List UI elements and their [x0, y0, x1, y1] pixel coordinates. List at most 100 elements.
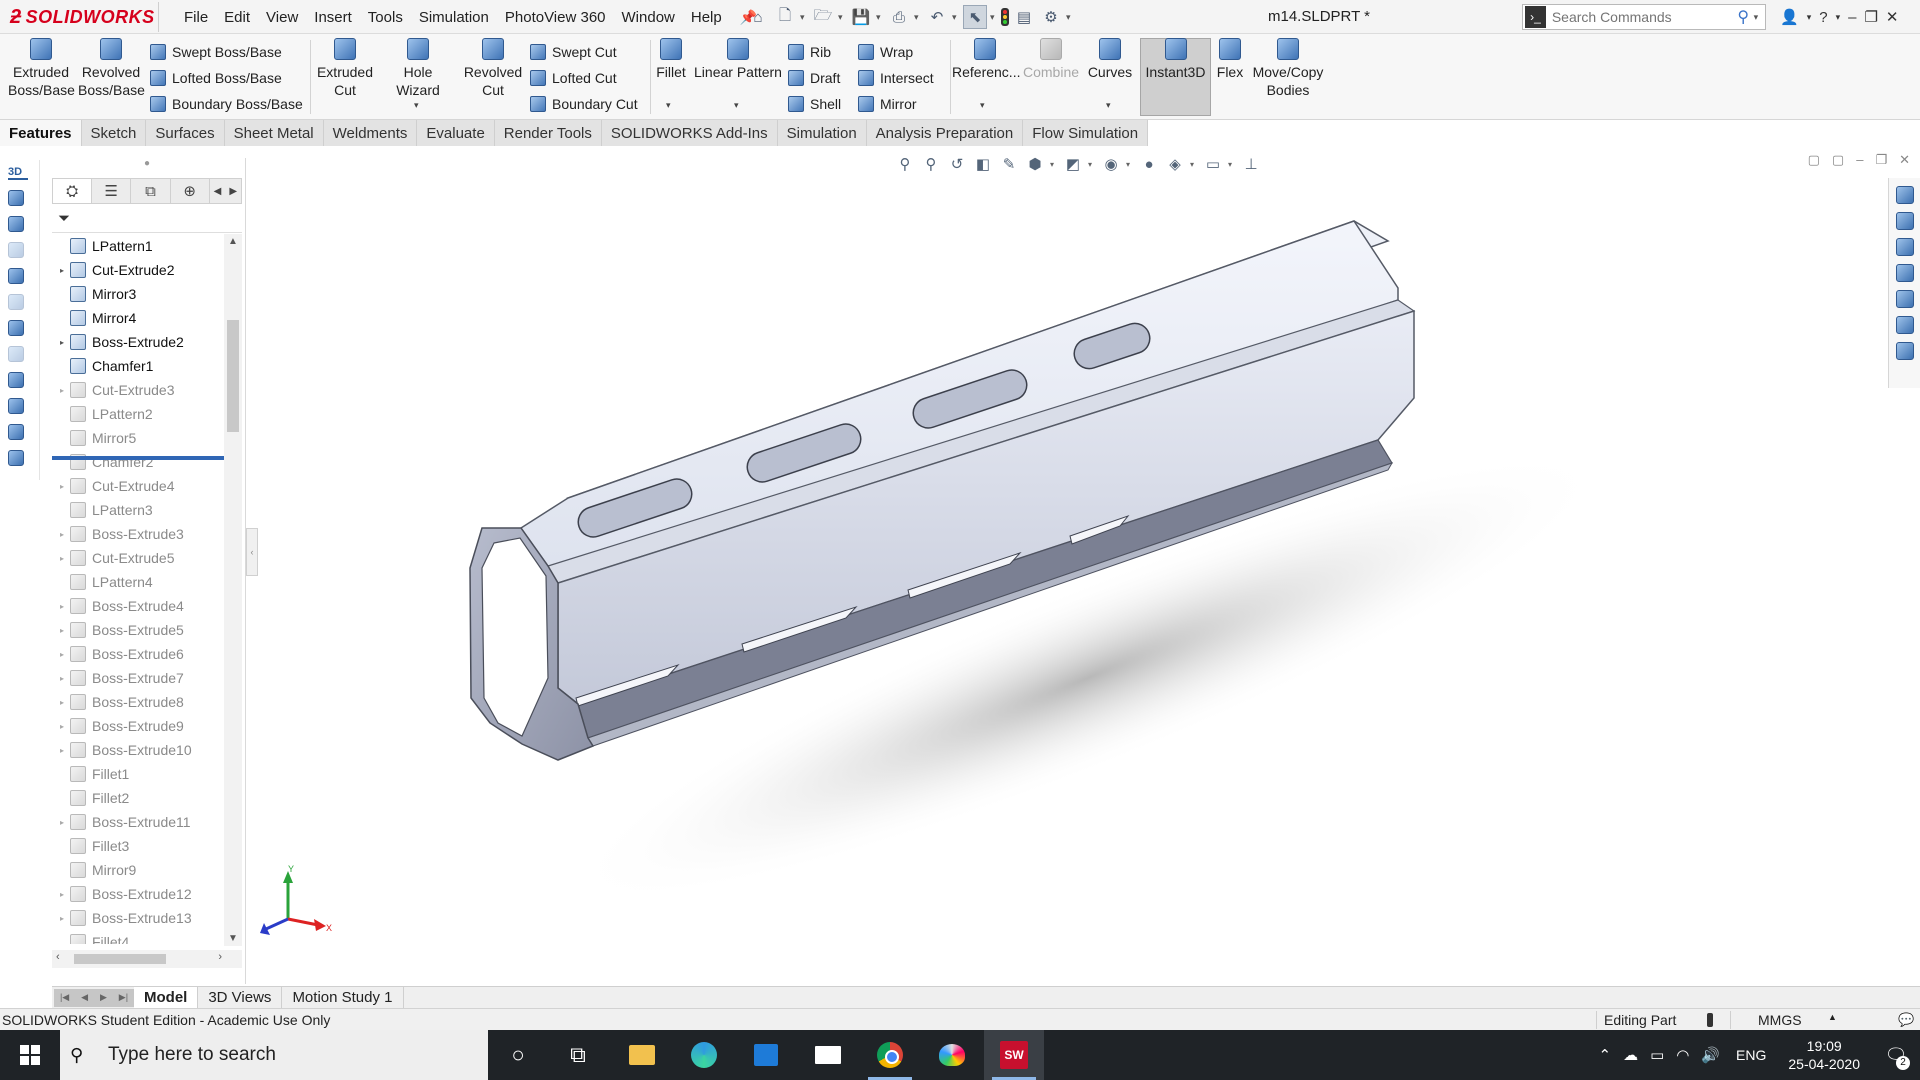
feature-tree-item[interactable]: Chamfer1: [52, 354, 224, 378]
instant3d-button[interactable]: Instant3D: [1140, 38, 1211, 81]
battery-icon[interactable]: ▭: [1644, 1046, 1670, 1064]
new-document-icon[interactable]: 🗋: [773, 5, 797, 29]
feature-tree-item[interactable]: ▸ Boss-Extrude5: [52, 618, 224, 642]
feature-tree-item[interactable]: ▸ Boss-Extrude6: [52, 642, 224, 666]
tab-render-tools[interactable]: Render Tools: [494, 120, 602, 146]
chevron-up-icon[interactable]: ▲: [1828, 1012, 1837, 1022]
feature-tree-item[interactable]: Chamfer2: [52, 450, 224, 474]
tab-addins[interactable]: SOLIDWORKS Add-Ins: [601, 120, 778, 146]
prev-tab-icon[interactable]: ◀: [81, 992, 88, 1003]
tab-analysis-preparation[interactable]: Analysis Preparation: [866, 120, 1024, 146]
feature-tree-item[interactable]: Fillet3: [52, 834, 224, 858]
chevron-down-icon[interactable]: ▾: [990, 12, 998, 23]
swept-cut-button[interactable]: Swept Cut: [530, 42, 617, 62]
tab-3d-views[interactable]: 3D Views: [198, 986, 283, 1009]
draft-button[interactable]: Draft: [788, 68, 840, 88]
menu-insert[interactable]: Insert: [306, 9, 360, 26]
lofted-boss-button[interactable]: Lofted Boss/Base: [150, 68, 282, 88]
tab-surfaces[interactable]: Surfaces: [146, 120, 225, 146]
unit-system[interactable]: MMGS: [1758, 1012, 1802, 1028]
save-icon[interactable]: 💾: [849, 5, 873, 29]
options-gear-icon[interactable]: ⚙: [1039, 5, 1063, 29]
chevron-down-icon[interactable]: ▾: [1106, 100, 1111, 111]
wifi-icon[interactable]: ◠: [1670, 1046, 1695, 1064]
feature-tree-item[interactable]: ▸ Boss-Extrude4: [52, 594, 224, 618]
feature-tree-item[interactable]: ▸ Cut-Extrude4: [52, 474, 224, 498]
task-view-button[interactable]: ⧉: [548, 1030, 608, 1080]
feature-tool-icon[interactable]: [8, 424, 24, 440]
extruded-boss-button[interactable]: Extruded Boss/Base: [8, 38, 75, 99]
tab-sheet-metal[interactable]: Sheet Metal: [224, 120, 324, 146]
menu-simulation[interactable]: Simulation: [411, 9, 497, 26]
feature-tree-item[interactable]: ▸ Boss-Extrude3: [52, 522, 224, 546]
feature-tree-item[interactable]: ▸ Boss-Extrude13: [52, 906, 224, 930]
feature-tree-tab-icon[interactable]: ⛭: [53, 179, 93, 203]
expand-arrow-icon[interactable]: ▸: [54, 890, 70, 899]
clock[interactable]: 19:09 25-04-2020: [1776, 1037, 1872, 1073]
tab-flow-simulation[interactable]: Flow Simulation: [1023, 120, 1149, 146]
dimxpert-tab-icon[interactable]: ⊕: [171, 179, 210, 203]
mirror-button[interactable]: Mirror: [858, 94, 917, 114]
home-icon[interactable]: ⌂: [746, 5, 770, 29]
search-commands[interactable]: ›_ ⚲ ▾: [1522, 4, 1766, 30]
start-button[interactable]: [0, 1030, 60, 1080]
chevron-down-icon[interactable]: ▾: [914, 12, 922, 23]
feature-tree-item[interactable]: Fillet4: [52, 930, 224, 944]
taskbar-search[interactable]: ⚲ Type here to search: [60, 1030, 488, 1080]
boundary-cut-button[interactable]: Boundary Cut: [530, 94, 638, 114]
feature-tree-item[interactable]: ▸ Cut-Extrude5: [52, 546, 224, 570]
expand-arrow-icon[interactable]: ▸: [54, 650, 70, 659]
3d-view-icon[interactable]: 3D: [8, 166, 28, 180]
expand-arrow-icon[interactable]: ▸: [54, 722, 70, 731]
tree-vertical-scrollbar[interactable]: ▲ ▼: [224, 234, 242, 946]
expand-arrow-icon[interactable]: ▸: [54, 746, 70, 755]
feature-tree-item[interactable]: LPattern3: [52, 498, 224, 522]
feature-tree-item[interactable]: ▸ Cut-Extrude3: [52, 378, 224, 402]
restore-icon[interactable]: ❐: [1864, 8, 1877, 26]
feature-tool-icon[interactable]: [8, 346, 24, 362]
tab-motion-study[interactable]: Motion Study 1: [282, 986, 404, 1009]
cortana-button[interactable]: ○: [488, 1030, 548, 1080]
tab-model[interactable]: Model: [134, 986, 199, 1009]
feature-tree-item[interactable]: LPattern2: [52, 402, 224, 426]
feature-tool-icon[interactable]: [8, 320, 24, 336]
menu-view[interactable]: View: [258, 9, 306, 26]
expand-arrow-icon[interactable]: ▸: [54, 482, 70, 491]
tab-weldments[interactable]: Weldments: [323, 120, 418, 146]
chevron-down-icon[interactable]: ▾: [734, 100, 739, 111]
part-3d-model[interactable]: [258, 148, 1920, 984]
feature-tree-item[interactable]: Mirror9: [52, 858, 224, 882]
menu-help[interactable]: Help: [683, 9, 730, 26]
scroll-left-icon[interactable]: ‹: [56, 951, 60, 963]
chevron-down-icon[interactable]: ▾: [980, 100, 985, 111]
feature-tree-item[interactable]: Mirror4: [52, 306, 224, 330]
edge-app[interactable]: [674, 1030, 734, 1080]
revolved-cut-button[interactable]: Revolved Cut: [460, 38, 526, 99]
lofted-cut-button[interactable]: Lofted Cut: [530, 68, 617, 88]
feature-tree-item[interactable]: Fillet2: [52, 786, 224, 810]
boundary-boss-button[interactable]: Boundary Boss/Base: [150, 94, 303, 114]
expand-arrow-icon[interactable]: ▸: [54, 674, 70, 683]
menu-file[interactable]: File: [176, 9, 216, 26]
onedrive-icon[interactable]: ☁: [1617, 1046, 1644, 1064]
menu-tools[interactable]: Tools: [360, 9, 411, 26]
feature-tool-icon[interactable]: [8, 268, 24, 284]
action-center-button[interactable]: 🗨 2: [1872, 1030, 1920, 1080]
panel-grip-icon[interactable]: ●: [144, 158, 150, 169]
configuration-manager-tab-icon[interactable]: ⧉: [131, 179, 171, 203]
chevron-right-icon[interactable]: ▶: [225, 186, 241, 197]
scroll-thumb[interactable]: [74, 954, 166, 964]
view-palette-icon[interactable]: [1896, 264, 1914, 282]
chevron-left-icon[interactable]: ◀: [210, 186, 226, 197]
feature-tool-icon[interactable]: [8, 294, 24, 310]
menu-edit[interactable]: Edit: [216, 9, 258, 26]
next-tab-icon[interactable]: ▶: [100, 992, 107, 1003]
tab-simulation[interactable]: Simulation: [777, 120, 867, 146]
expand-arrow-icon[interactable]: ▸: [54, 386, 70, 395]
undo-icon[interactable]: ↶: [925, 5, 949, 29]
feature-tree-item[interactable]: ▸ Boss-Extrude12: [52, 882, 224, 906]
filter-icon[interactable]: ⏷: [58, 210, 70, 227]
extruded-cut-button[interactable]: Extruded Cut: [312, 38, 378, 99]
expand-arrow-icon[interactable]: ▸: [54, 626, 70, 635]
shell-button[interactable]: Shell: [788, 94, 841, 114]
